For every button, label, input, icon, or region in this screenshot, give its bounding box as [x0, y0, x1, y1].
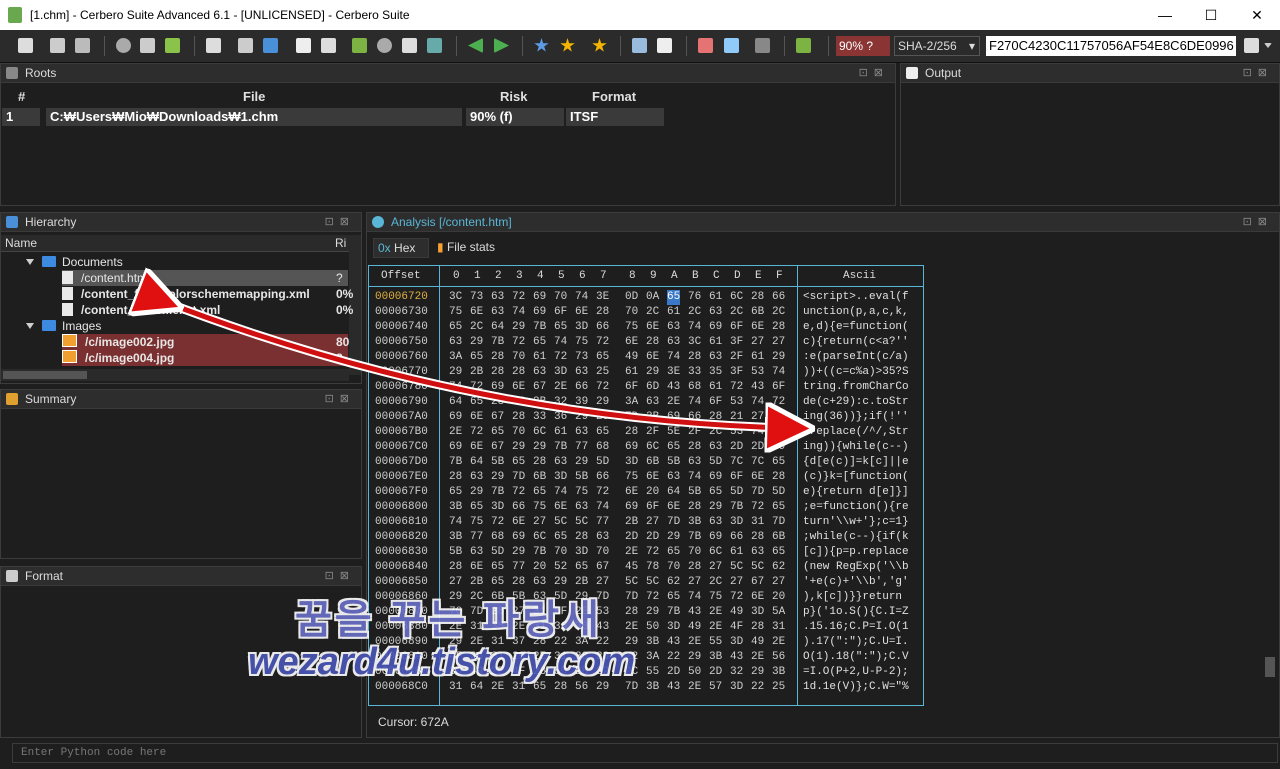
annotation-arrow: [0, 0, 1280, 769]
